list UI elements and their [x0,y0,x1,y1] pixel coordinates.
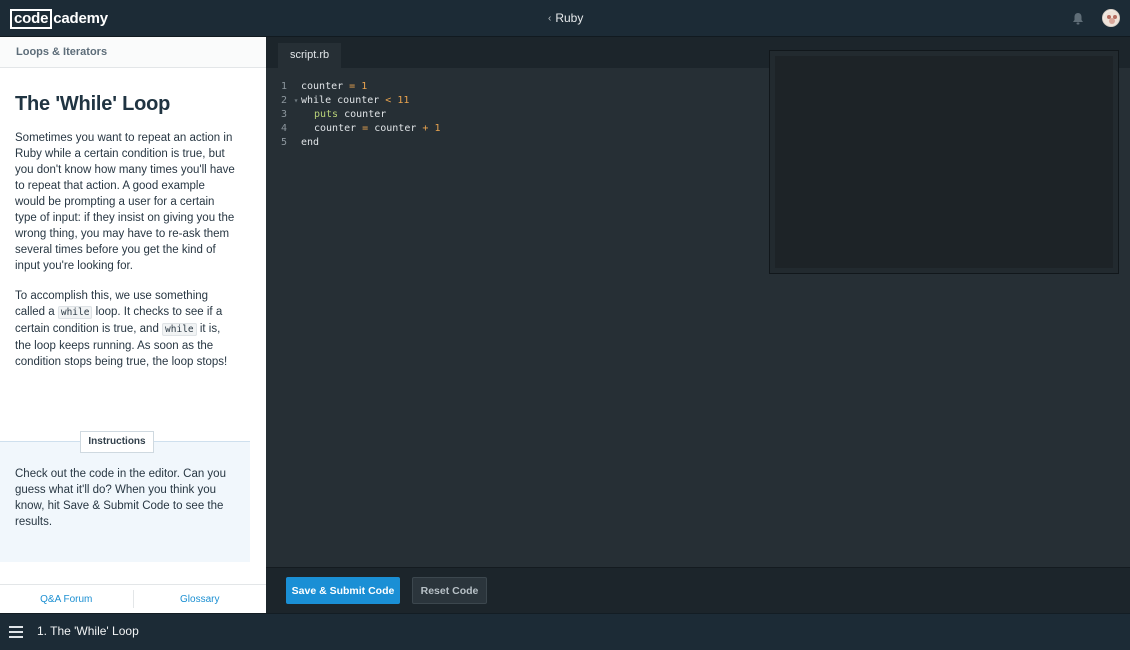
fold-icon[interactable]: ▾ [291,94,301,108]
output-console [769,50,1119,274]
line-number: 1 [280,81,287,92]
line-number: 3 [280,109,287,120]
avatar[interactable] [1102,9,1120,27]
glossary-link[interactable]: Glossary [134,594,267,605]
menu-icon[interactable] [9,626,23,638]
instructions-label: Instructions [80,431,154,453]
logo-text: cademy [53,10,108,27]
code-token: end [301,137,320,148]
gutter [291,80,301,94]
inline-code: while [57,306,93,319]
current-lesson-title: 1. The 'While' Loop [37,624,139,638]
instructions-text: Check out the code in the editor. Can yo… [15,468,226,528]
gutter [291,136,301,150]
code-token: = [343,81,362,92]
code-editor: script.rb 1 counter = 1 2 ▾ while counter… [266,37,1130,567]
save-submit-button[interactable]: Save & Submit Code [286,577,400,604]
gutter [291,122,301,136]
code-token: 1 [361,81,368,92]
line-number: 5 [280,137,287,148]
bell-icon[interactable] [1072,12,1084,25]
tab-script-rb[interactable]: script.rb [278,43,342,68]
lesson-body: The 'While' Loop Sometimes you want to r… [0,93,266,370]
code-line: 2 ▾ while counter < 11 [266,94,440,108]
course-link[interactable]: ‹ Ruby [548,11,583,25]
line-number: 2 [280,95,287,106]
code-token: counter [338,109,387,120]
code-area[interactable]: 1 counter = 1 2 ▾ while counter < 11 3 pu… [266,80,441,150]
bottom-bar: 1. The 'While' Loop [0,613,1130,650]
editor-actions: Save & Submit Code Reset Code [266,567,1130,613]
code-token: counter [314,123,357,134]
inline-code: while [162,323,197,336]
code-line: 4 counter = counter + 1 [266,122,441,136]
lesson-title: The 'While' Loop [15,93,171,115]
lesson-footer: Q&A Forum Glossary [0,584,266,613]
code-line: 3 puts counter [266,108,440,122]
code-token: 1 [428,123,441,134]
code-token: puts [314,109,339,120]
top-bar: code cademy ‹ Ruby [0,0,1130,37]
course-label: Ruby [555,11,584,25]
lesson-panel: Loops & Iterators The 'While' Loop Somet… [0,37,266,613]
instructions-panel: Instructions Check out the code in the e… [0,431,250,562]
codecademy-logo[interactable]: code cademy [10,9,108,29]
code-line: 1 counter = 1 [266,80,440,94]
gutter [291,108,301,122]
code-token: counter [374,123,423,134]
lesson-section: Loops & Iterators [0,37,266,68]
code-line: 5 end [266,136,440,150]
chevron-left-icon: ‹ [548,12,552,24]
lesson-paragraph-1: Sometimes you want to repeat an action i… [15,132,235,272]
code-token: counter [331,95,386,106]
qa-forum-link[interactable]: Q&A Forum [0,594,133,605]
reset-code-button[interactable]: Reset Code [412,577,487,604]
line-number: 4 [280,123,287,134]
logo-box: code [10,9,53,29]
code-token: 11 [391,95,410,106]
avatar-icon [1104,11,1119,26]
code-token: = [356,123,375,134]
code-token: counter [301,81,344,92]
lesson-paragraph-2: To accomplish this, we use something cal… [15,288,235,370]
code-token: while [301,95,332,106]
